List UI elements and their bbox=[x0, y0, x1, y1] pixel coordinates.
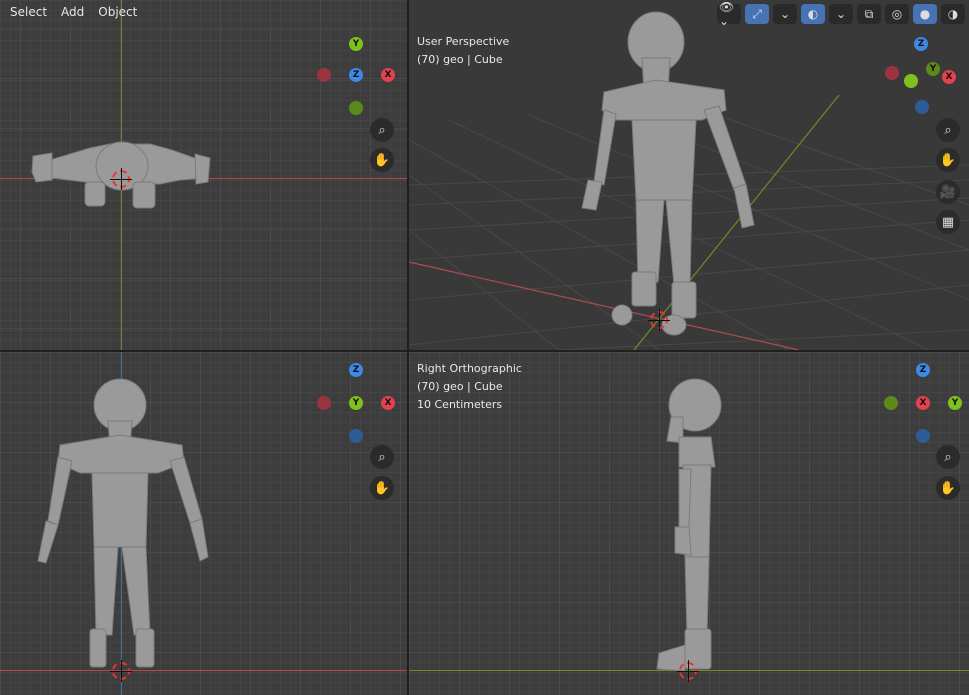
gizmo-x-neg[interactable] bbox=[317, 396, 331, 410]
active-object: (70) geo | Cube bbox=[417, 53, 503, 66]
zoom-icon[interactable]: ⌕ bbox=[370, 118, 394, 142]
gizmo-x[interactable]: X bbox=[916, 396, 930, 410]
gizmo-z[interactable]: Z bbox=[349, 68, 363, 82]
gizmo-y[interactable]: Y bbox=[926, 62, 940, 76]
viewport-separator-vertical[interactable] bbox=[407, 0, 409, 695]
3d-cursor[interactable] bbox=[110, 168, 132, 190]
chevron-down-icon[interactable]: ⌄ bbox=[829, 4, 853, 24]
navigation-gizmo[interactable]: Z Y X bbox=[884, 36, 964, 116]
viewport-info: Right Orthographic (70) geo | Cube 10 Ce… bbox=[417, 360, 522, 414]
gizmo-x-neg[interactable] bbox=[317, 68, 331, 82]
viewport-front[interactable]: Z Y X ⌕ ✋ bbox=[0, 352, 407, 695]
zoom-icon[interactable]: ⌕ bbox=[370, 445, 394, 469]
3d-cursor[interactable] bbox=[110, 660, 132, 682]
zoom-icon[interactable]: ⌕ bbox=[936, 118, 960, 142]
pan-hand-icon[interactable]: ✋ bbox=[936, 148, 960, 172]
viewport-info: User Perspective (70) geo | Cube bbox=[417, 33, 509, 69]
3d-cursor[interactable] bbox=[677, 660, 699, 682]
grid-scale: 10 Centimeters bbox=[417, 398, 503, 411]
chevron-down-icon[interactable]: ⌄ bbox=[773, 4, 797, 24]
gizmo-z-neg[interactable] bbox=[349, 429, 363, 443]
pan-hand-icon[interactable]: ✋ bbox=[370, 148, 394, 172]
zoom-icon[interactable]: ⌕ bbox=[936, 445, 960, 469]
viewport-separator-horizontal[interactable] bbox=[0, 350, 969, 352]
gizmo-z[interactable]: Z bbox=[349, 363, 363, 377]
xray-icon[interactable]: ⧉ bbox=[857, 4, 881, 24]
shading-solid-icon[interactable]: ● bbox=[913, 4, 937, 24]
character-front-view bbox=[37, 378, 209, 668]
grid-icon[interactable]: ▦ bbox=[936, 210, 960, 234]
overlay-icon[interactable]: ◐ bbox=[801, 4, 825, 24]
gizmo-y[interactable]: Y bbox=[349, 37, 363, 51]
pan-hand-icon[interactable]: ✋ bbox=[936, 476, 960, 500]
viewport-user-perspective[interactable]: User Perspective (70) geo | Cube 👁⌄ ⤢ ⌄ … bbox=[409, 0, 969, 350]
active-object: (70) geo | Cube bbox=[417, 380, 503, 393]
gizmo-x[interactable]: X bbox=[942, 70, 956, 84]
gizmo-x[interactable]: X bbox=[381, 396, 395, 410]
pan-hand-icon[interactable]: ✋ bbox=[370, 476, 394, 500]
shading-material-icon[interactable]: ◑ bbox=[941, 4, 965, 24]
navigation-gizmo[interactable]: Y Z X bbox=[312, 36, 395, 116]
gizmo-z[interactable]: Z bbox=[916, 363, 930, 377]
gizmo-z-neg[interactable] bbox=[916, 429, 930, 443]
viewport-title: Right Orthographic bbox=[417, 362, 522, 375]
character-perspective-view bbox=[581, 11, 755, 336]
shading-wire-icon[interactable]: ◎ bbox=[885, 4, 909, 24]
3d-cursor[interactable] bbox=[648, 309, 670, 331]
viewport-right-orthographic[interactable]: Right Orthographic (70) geo | Cube 10 Ce… bbox=[409, 352, 969, 695]
viewport-title: User Perspective bbox=[417, 35, 510, 48]
gizmo-y-neg[interactable] bbox=[349, 101, 363, 115]
select-menu[interactable]: Select bbox=[4, 3, 53, 21]
character-side-view bbox=[656, 378, 722, 672]
gizmo-y[interactable]: Y bbox=[349, 396, 363, 410]
navigation-gizmo[interactable]: Z X Y bbox=[879, 362, 962, 443]
gizmo-z[interactable]: Z bbox=[914, 37, 928, 51]
header-menu: Select Add Object bbox=[4, 3, 143, 21]
gizmo-y-neg[interactable] bbox=[884, 396, 898, 410]
gizmo-x[interactable]: X bbox=[381, 68, 395, 82]
gizmo-y-neg[interactable] bbox=[904, 74, 918, 88]
gizmo-z-neg[interactable] bbox=[915, 100, 929, 114]
navigation-gizmo[interactable]: Z Y X bbox=[312, 362, 395, 443]
camera-icon[interactable]: 🎥 bbox=[936, 180, 960, 204]
viewport-top[interactable]: Select Add Object Y Z X ⌕ ✋ bbox=[0, 0, 407, 350]
gizmo-x-neg[interactable] bbox=[885, 66, 899, 80]
add-menu[interactable]: Add bbox=[55, 3, 90, 21]
object-menu[interactable]: Object bbox=[92, 3, 143, 21]
gizmo-y[interactable]: Y bbox=[948, 396, 962, 410]
